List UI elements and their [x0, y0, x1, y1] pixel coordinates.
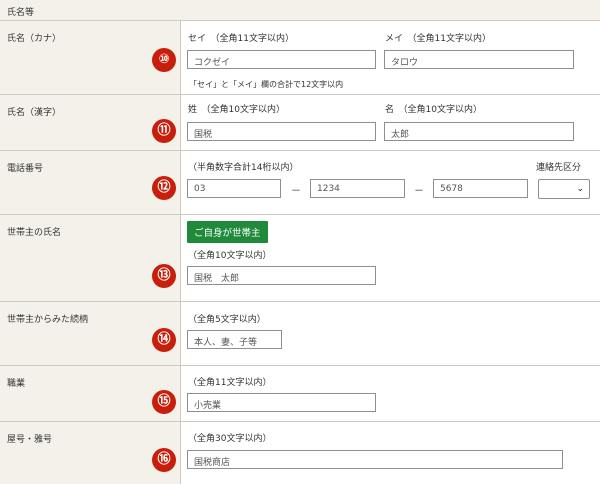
section-title: 氏名等: [7, 8, 35, 18]
householder-hint: （全角10文字以内）: [188, 251, 272, 261]
mei-kanji-hint: 名 （全角10文字以内）: [385, 105, 482, 115]
step-badge-10: ⑩: [152, 48, 176, 72]
householder-name-input[interactable]: 国税 太郎: [187, 266, 376, 285]
phone-separator: －: [291, 186, 301, 197]
row-label-cell: 世帯主の氏名: [0, 215, 181, 301]
sei-kanji-input[interactable]: 国税: [187, 122, 376, 141]
step-badge-13: ⑬: [152, 264, 176, 288]
row-name-kana: 氏名（カナ） セイ （全角11文字以内） メイ （全角11文字以内） ⑩ コクゼ…: [0, 21, 600, 95]
mei-kana-input[interactable]: タロウ: [384, 50, 574, 69]
row-relation: 世帯主からみた続柄 （全角5文字以内） ⑭ 本人、妻、子等: [0, 302, 600, 366]
row-label: 電話番号: [7, 164, 44, 174]
phone-hint: （半角数字合計14桁以内）: [188, 163, 299, 173]
row-label: 世帯主からみた続柄: [7, 315, 89, 325]
occupation-input[interactable]: 小売業: [187, 393, 376, 412]
row-occupation: 職業 （全角11文字以内） ⑮ 小売業: [0, 366, 600, 422]
phone-separator: －: [414, 186, 424, 197]
row-householder-name: 世帯主の氏名 ご自身が世帯主 （全角10文字以内） ⑬ 国税 太郎: [0, 215, 600, 302]
trade-name-hint: （全角30文字以内）: [188, 434, 272, 444]
step-badge-15: ⑮: [152, 390, 176, 414]
mei-kana-hint: メイ （全角11文字以内）: [385, 34, 491, 44]
step-badge-11: ⑪: [152, 119, 176, 143]
phone-area-code-input[interactable]: 03: [187, 179, 281, 198]
row-label: 世帯主の氏名: [7, 228, 62, 238]
sei-kana-hint: セイ （全角11文字以内）: [188, 34, 294, 44]
self-is-householder-button[interactable]: ご自身が世帯主: [187, 221, 268, 243]
relation-input[interactable]: 本人、妻、子等: [187, 330, 282, 349]
relation-hint: （全角5文字以内）: [188, 315, 266, 325]
sei-kana-input[interactable]: コクゼイ: [187, 50, 376, 69]
contact-type-label: 連絡先区分: [536, 163, 582, 173]
section-header: 氏名等: [0, 0, 600, 21]
row-phone: 電話番号 （半角数字合計14桁以内） 連絡先区分 ⑫ 03 － 1234 － 5…: [0, 151, 600, 215]
taxpayer-name-form: 氏名等 氏名（カナ） セイ （全角11文字以内） メイ （全角11文字以内） ⑩…: [0, 0, 600, 484]
step-badge-14: ⑭: [152, 328, 176, 352]
chevron-down-icon: ⌄: [576, 184, 584, 194]
step-badge-12: ⑫: [152, 176, 176, 200]
kana-total-note: 「セイ」と「メイ」欄の合計で12文字以内: [189, 80, 344, 89]
occupation-hint: （全角11文字以内）: [188, 378, 272, 388]
row-label: 氏名（カナ）: [7, 34, 62, 44]
trade-name-input[interactable]: 国税商店: [187, 450, 563, 469]
row-label: 職業: [7, 379, 26, 389]
mei-kanji-input[interactable]: 太郎: [384, 122, 574, 141]
row-trade-name: 屋号・雅号 （全角30文字以内） ⑯ 国税商店: [0, 422, 600, 484]
step-badge-16: ⑯: [152, 448, 176, 472]
phone-exchange-input[interactable]: 1234: [310, 179, 405, 198]
contact-type-select[interactable]: ⌄: [538, 179, 590, 199]
phone-subscriber-input[interactable]: 5678: [433, 179, 528, 198]
sei-kanji-hint: 姓 （全角10文字以内）: [188, 105, 285, 115]
row-label: 氏名（漢字）: [7, 108, 62, 118]
row-label: 屋号・雅号: [7, 435, 53, 445]
row-name-kanji: 氏名（漢字） 姓 （全角10文字以内） 名 （全角10文字以内） ⑪ 国税 太郎: [0, 95, 600, 151]
